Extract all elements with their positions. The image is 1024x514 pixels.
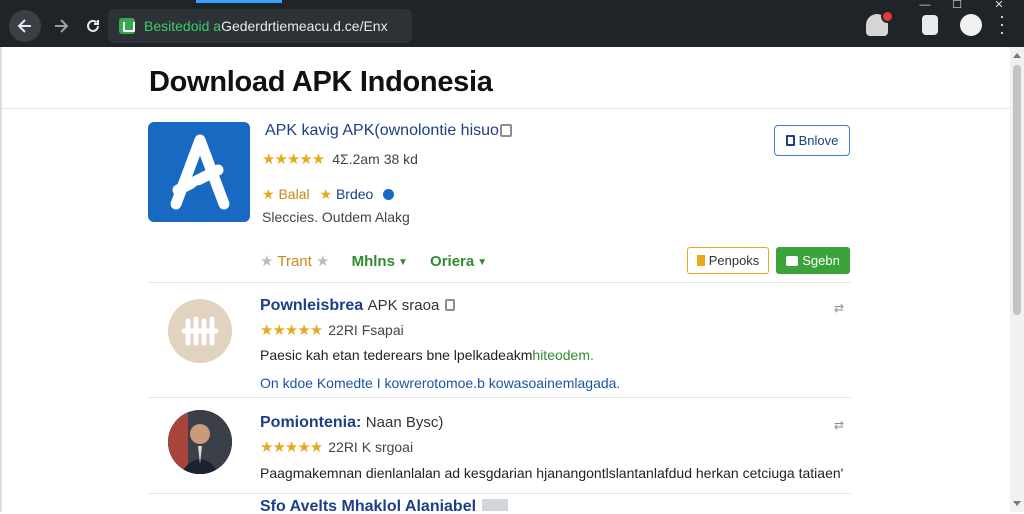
filter-trending[interactable]: ★ Trant ★ — [260, 253, 329, 270]
more-options-icon[interactable]: ⇄ — [834, 301, 844, 315]
review-author[interactable]: Pownleisbrea APK sraoa — [260, 297, 456, 315]
filter-oriera-dropdown[interactable]: Oriera ▼ — [430, 253, 487, 270]
app-name[interactable]: APK kavig APK(ownolontie hisuo — [265, 122, 499, 140]
review-link[interactable]: On kdoe Komedte I kowrerotomoe.b kowasoa… — [260, 375, 620, 391]
notification-dot — [881, 10, 894, 23]
review-text: Paagmakemnan dienlanlalan ad kesgdarian … — [260, 465, 844, 481]
profile-avatar-icon[interactable] — [960, 14, 982, 36]
minimize-icon[interactable]: — — [910, 0, 940, 12]
review-rating: ★★★★★ 22RI K srgoai — [260, 439, 414, 456]
lock-icon — [445, 299, 456, 311]
review-rating: ★★★★★ 22RI Fsapai — [260, 322, 404, 339]
star-icon: ★ — [262, 186, 275, 202]
section-divider — [148, 493, 851, 494]
flag-icon — [696, 255, 705, 266]
filter-bar: ★ Trant ★ Mhlns ▼ Oriera ▼ — [260, 252, 505, 270]
extension-clipboard-icon[interactable] — [922, 15, 938, 35]
address-bar[interactable]: Besitedoid aGederdrtiemeacu.d.ce/Enx — [108, 9, 412, 43]
app-rating: ★★★★★ 4Σ.2am 38 kd — [262, 150, 418, 169]
verified-icon — [383, 189, 395, 200]
section-divider — [148, 282, 851, 283]
scroll-down-icon[interactable] — [1013, 501, 1021, 506]
reload-icon — [87, 19, 99, 32]
app-tags: ★ Balal ★ Brdeo — [262, 186, 395, 203]
avatar[interactable] — [168, 299, 232, 363]
back-button[interactable] — [9, 10, 41, 42]
review-item: Pownleisbrea APK sraoa ★★★★★ 22RI Fsapai … — [148, 287, 853, 397]
forward-button[interactable] — [45, 10, 77, 42]
avatar-photo-icon — [168, 410, 232, 474]
star-rating-icon: ★★★★★ — [260, 439, 323, 456]
site-icon — [119, 18, 135, 34]
review-author[interactable]: Pomiontenia: Naan Bysc) — [260, 414, 443, 432]
badge-icon — [482, 499, 509, 511]
more-options-icon[interactable]: ⇄ — [834, 418, 844, 432]
scroll-thumb[interactable] — [1013, 65, 1021, 315]
avatar[interactable] — [168, 410, 232, 474]
lock-icon — [500, 124, 512, 137]
reload-button[interactable] — [77, 10, 109, 42]
sign-button[interactable]: Sgebn — [776, 247, 850, 274]
app-categories: Sleccies. Outdem Alakg — [262, 209, 410, 225]
chevron-down-icon: ▼ — [477, 257, 488, 268]
star-rating-icon: ★★★★★ — [260, 322, 323, 339]
chevron-down-icon: ▼ — [397, 257, 408, 268]
review-author-partial[interactable]: Sfo Avelts Mhaklol Alaniabel — [260, 498, 509, 512]
report-button[interactable]: Penpoks — [687, 247, 769, 274]
star-icon: ★ — [319, 186, 333, 202]
page-scrollbar[interactable] — [1010, 47, 1024, 512]
avatar-logo-icon — [168, 299, 232, 363]
maximize-icon[interactable]: ☐ — [942, 0, 972, 12]
star-rating-icon: ★★★★★ — [262, 151, 325, 168]
page-title: Download APK Indonesia — [149, 66, 493, 98]
app-logo-icon — [170, 134, 230, 210]
bookmark-icon — [785, 135, 795, 146]
url-text[interactable]: Besitedoid aGederdrtiemeacu.d.ce/Enx — [144, 18, 388, 34]
header-divider — [2, 108, 1010, 109]
app-meta: 4Σ.2am 38 kd — [332, 151, 418, 167]
tag-label-2[interactable]: Brdeo — [336, 186, 373, 202]
active-tab-indicator — [196, 0, 282, 3]
extension-ghost-icon[interactable] — [866, 10, 894, 36]
star-icon: ★ — [315, 253, 330, 270]
app-icon[interactable] — [148, 122, 250, 222]
arrow-right-icon — [55, 19, 69, 33]
filter-mhins-dropdown[interactable]: Mhlns ▼ — [352, 253, 408, 270]
browser-toolbar: — ☐ ✕ Besitedoid aGederdrtiemeacu.d.ce/E… — [0, 0, 1024, 47]
review-text: Paesic kah etan tederears bne lpelkadeak… — [260, 347, 594, 363]
page-content: Download APK Indonesia APK kavig APK(own… — [0, 47, 1010, 512]
follow-button[interactable]: Bnlove — [774, 125, 850, 156]
chat-icon — [786, 256, 799, 266]
tag-label-1[interactable]: Balal — [278, 186, 309, 202]
scroll-up-icon[interactable] — [1013, 53, 1021, 58]
star-icon: ★ — [260, 253, 274, 270]
arrow-left-icon — [17, 19, 31, 33]
browser-menu-icon[interactable]: · · · — [994, 7, 1010, 41]
section-divider — [148, 397, 851, 398]
